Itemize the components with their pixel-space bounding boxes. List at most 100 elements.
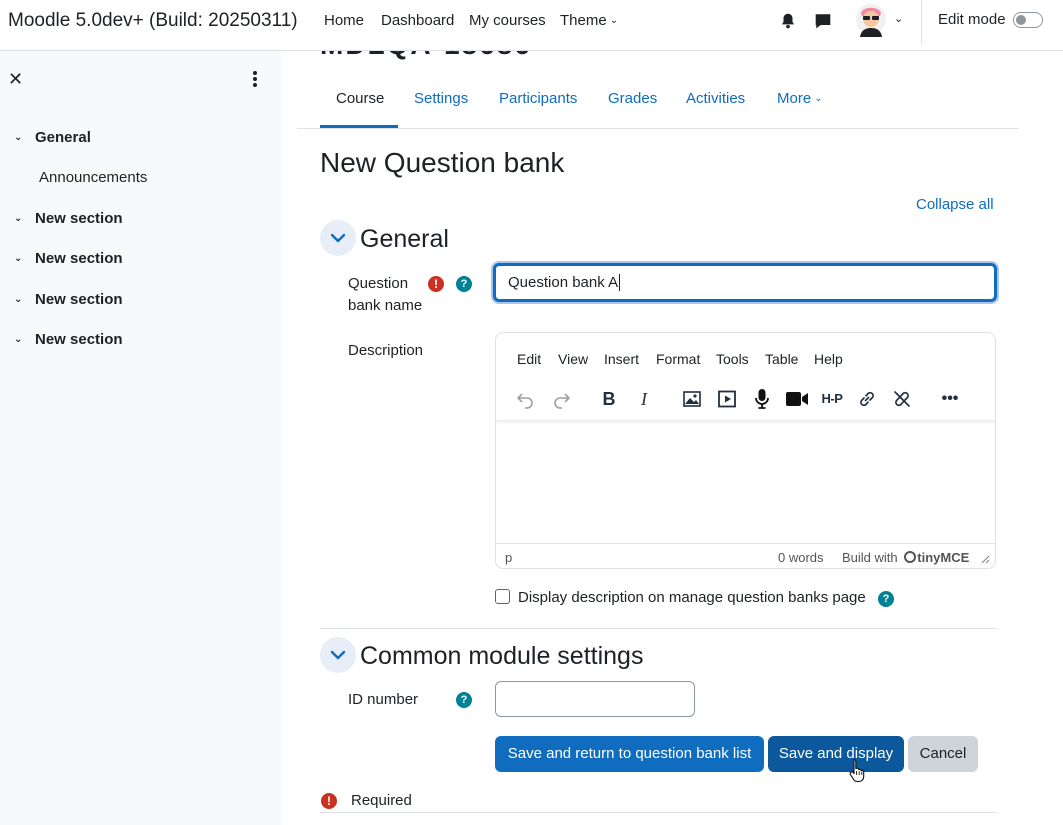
course-index-section-new-4[interactable]: ⌄ New section [14, 331, 123, 348]
tab-participants[interactable]: Participants [499, 90, 577, 107]
text-caret [619, 274, 621, 291]
save-and-display-button[interactable]: Save and display [768, 736, 904, 772]
user-menu-chevron-icon[interactable]: ⌄ [894, 12, 903, 25]
image-icon[interactable] [680, 387, 704, 411]
italic-icon[interactable]: I [632, 387, 656, 411]
editor-build-with-label: Build with [842, 550, 898, 565]
common-module-settings-title: Common module settings [360, 642, 644, 670]
common-module-settings-toggle[interactable] [320, 637, 356, 673]
kebab-menu-icon[interactable] [246, 69, 264, 89]
nav-home[interactable]: Home [324, 12, 364, 29]
menu-table[interactable]: Table [765, 351, 798, 367]
editor-statusbar: p 0 words Build with tinyMCE [496, 543, 995, 568]
menu-help[interactable]: Help [814, 351, 843, 367]
editor-brand-name: tinyMCE [917, 550, 970, 565]
help-icon[interactable]: ? [878, 591, 894, 607]
course-index-section-new-3[interactable]: ⌄ New section [14, 291, 123, 308]
tab-course[interactable]: Course [336, 90, 384, 107]
resize-handle-icon[interactable] [980, 554, 990, 564]
bold-icon[interactable]: B [597, 387, 621, 411]
active-tab-indicator [320, 125, 398, 128]
nav-my-courses[interactable]: My courses [469, 12, 546, 29]
course-index-section-label: New section [35, 250, 123, 267]
editor-word-count[interactable]: 0 words [778, 550, 824, 565]
help-icon[interactable]: ? [456, 276, 472, 292]
avatar[interactable] [855, 3, 887, 39]
tab-grades[interactable]: Grades [608, 90, 657, 107]
description-editor: Edit View Insert Format Tools Table Help… [495, 332, 996, 569]
description-label: Description [348, 342, 424, 359]
tab-activities[interactable]: Activities [686, 90, 745, 107]
navbar-divider [921, 0, 922, 44]
menu-format[interactable]: Format [656, 351, 700, 367]
more-options-icon[interactable]: ••• [938, 387, 962, 411]
course-index-section-general[interactable]: ⌄ General [14, 129, 91, 146]
course-index-section-new-2[interactable]: ⌄ New section [14, 250, 123, 267]
question-bank-name-label-line2: bank name [348, 297, 423, 314]
undo-icon[interactable] [513, 387, 537, 411]
link-icon[interactable] [855, 387, 879, 411]
editor-content-area[interactable] [496, 423, 995, 541]
menu-tools[interactable]: Tools [716, 351, 749, 367]
chevron-down-icon[interactable]: ⌄ [14, 132, 28, 143]
collapse-all-link[interactable]: Collapse all [916, 196, 994, 213]
editor-toolbar: B I H-P ••• [496, 379, 995, 421]
hand-pointer-cursor-icon [849, 758, 865, 783]
menu-insert[interactable]: Insert [604, 351, 639, 367]
editor-menubar: Edit View Insert Format Tools Table Help [496, 347, 995, 371]
chevron-down-icon[interactable]: ⌄ [14, 253, 28, 264]
editor-element-path[interactable]: p [505, 550, 512, 565]
nav-dashboard[interactable]: Dashboard [381, 12, 454, 29]
tab-settings[interactable]: Settings [414, 90, 468, 107]
question-bank-name-value: Question bank A [508, 274, 619, 291]
chevron-down-icon[interactable]: ⌄ [14, 334, 28, 345]
tinymce-logo-icon [904, 551, 917, 563]
nav-theme[interactable]: Theme ⌄ [560, 12, 618, 29]
bell-icon[interactable] [779, 12, 797, 30]
question-bank-name-label: Question bank name [348, 273, 422, 317]
tab-more-label: More [777, 90, 812, 107]
chevron-down-icon [330, 650, 346, 660]
save-and-return-button[interactable]: Save and return to question bank list [495, 736, 764, 772]
chevron-down-icon [330, 233, 346, 243]
id-number-input[interactable] [495, 681, 695, 717]
help-icon[interactable]: ? [456, 692, 472, 708]
menu-edit[interactable]: Edit [517, 351, 541, 367]
messages-icon[interactable] [814, 12, 832, 30]
top-navbar: Moodle 5.0dev+ (Build: 20250311) Home Da… [0, 0, 1063, 51]
course-index-section-label: New section [35, 291, 123, 308]
question-bank-name-input[interactable]: Question bank A [493, 263, 997, 302]
menu-view[interactable]: View [558, 351, 588, 367]
course-index-drawer: ✕ ⌄ General Announcements ⌄ New section ⌄ N… [0, 51, 281, 825]
media-icon[interactable] [715, 387, 739, 411]
cancel-button[interactable]: Cancel [908, 736, 978, 772]
chevron-down-icon: ⌄ [814, 93, 823, 104]
microphone-icon[interactable] [750, 387, 774, 411]
display-description-label[interactable]: Display description on manage question b… [518, 589, 866, 606]
required-icon: ! [321, 793, 337, 809]
tab-more[interactable]: More ⌄ [777, 90, 823, 107]
site-name[interactable]: Moodle 5.0dev+ (Build: 20250311) [8, 10, 298, 32]
general-section-title: General [360, 225, 449, 253]
course-index-section-label: General [35, 129, 91, 146]
course-index-section-label: New section [35, 331, 123, 348]
id-number-label: ID number [348, 691, 419, 708]
close-icon[interactable]: ✕ [8, 69, 23, 90]
h5p-icon[interactable]: H-P [820, 387, 844, 411]
footer-divider [320, 812, 997, 813]
unlink-icon[interactable] [890, 387, 914, 411]
general-section-toggle[interactable] [320, 220, 356, 256]
chevron-down-icon[interactable]: ⌄ [14, 213, 28, 224]
video-camera-icon[interactable] [785, 387, 809, 411]
edit-mode-label: Edit mode [938, 11, 1006, 28]
chevron-down-icon: ⌄ [609, 15, 619, 26]
secondary-navigation: Course Settings Participants Grades Acti… [297, 72, 1019, 129]
redo-icon[interactable] [550, 387, 574, 411]
required-legend: Required [351, 792, 412, 809]
display-description-checkbox[interactable] [495, 589, 510, 604]
editor-branding[interactable]: Build with tinyMCE [842, 550, 969, 565]
chevron-down-icon[interactable]: ⌄ [14, 294, 28, 305]
course-index-section-new-1[interactable]: ⌄ New section [14, 210, 123, 227]
edit-mode-toggle[interactable] [1013, 12, 1043, 28]
course-index-activity-announcements[interactable]: Announcements [39, 169, 147, 186]
